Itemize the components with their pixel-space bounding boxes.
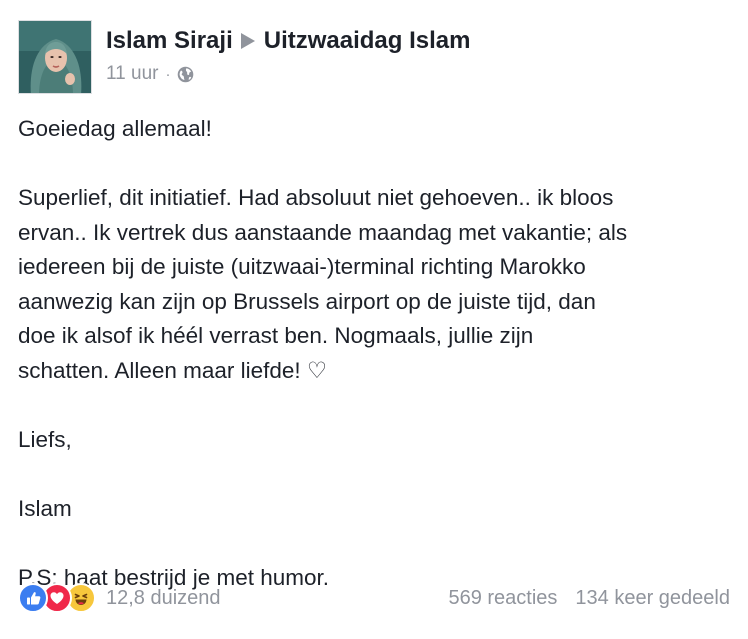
reactions-summary[interactable]: 12,8 duizend [18,583,221,613]
post-header: Islam Siraji Uitzwaaidag Islam 11 uur · [18,20,470,94]
arrow-right-icon [240,33,255,49]
avatar[interactable] [18,20,92,94]
body-line: ervan.. Ik vertrek dus aanstaande maanda… [18,219,628,245]
post-body: Goeiedag allemaal! Superlief, dit initia… [18,112,730,595]
post-meta: Islam Siraji Uitzwaaidag Islam 11 uur · [106,20,470,85]
post-title: Islam Siraji Uitzwaaidag Islam [106,27,470,55]
like-icon[interactable] [18,583,48,613]
comments-count[interactable]: 569 reacties [448,587,557,610]
post-subline: 11 uur · [106,63,470,85]
body-line: iedereen bij de juiste (uitzwaai-)termin… [18,254,586,279]
body-line: Goeiedag allemaal! [18,116,212,141]
reaction-count[interactable]: 12,8 duizend [106,587,221,610]
body-line: schatten. Alleen maar liefde! ♡ [18,357,328,383]
body-line: Islam [18,495,72,521]
separator-dot: · [165,65,171,83]
body-line: Superlief, dit initiatief. Had absoluut … [18,185,614,210]
target-page-name[interactable]: Uitzwaaidag Islam [264,27,471,55]
globe-icon[interactable] [177,66,194,83]
post-timestamp[interactable]: 11 uur [106,63,158,85]
facebook-post: Islam Siraji Uitzwaaidag Islam 11 uur · [0,0,748,639]
author-name[interactable]: Islam Siraji [106,27,233,55]
shares-count[interactable]: 134 keer gedeeld [575,587,730,610]
post-footer: 12,8 duizend 569 reacties 134 keer gedee… [18,583,730,613]
body-line: aanwezig kan zijn op Brussels airport op… [18,288,596,314]
body-line: Liefs, [18,426,72,452]
body-line: doe ik alsof ik héél verrast ben. Nogmaa… [18,323,534,348]
